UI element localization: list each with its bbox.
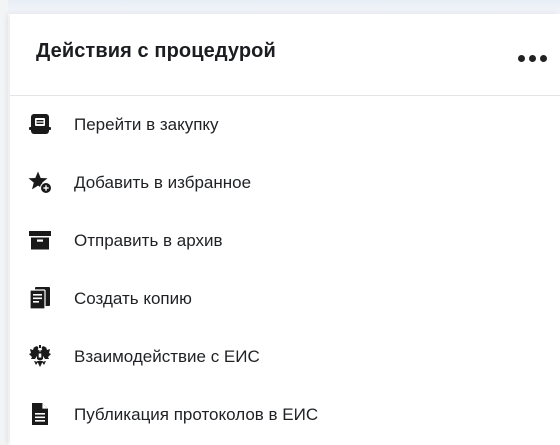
menu-item-go-to-purchase[interactable]: Перейти в закупку bbox=[10, 96, 560, 154]
menu-item-label: Публикация протоколов в ЕИС bbox=[74, 405, 319, 424]
file-text-icon bbox=[28, 402, 52, 426]
menu-item-label: Перейти в закупку bbox=[74, 115, 219, 134]
panel-title: Действия с процедурой bbox=[36, 40, 276, 62]
background-edge bbox=[0, 0, 8, 445]
page: Действия с процедурой Перейти в закупку bbox=[0, 0, 560, 445]
more-dot bbox=[540, 55, 547, 62]
more-horizontal-icon bbox=[518, 55, 525, 62]
menu-item-publish-protocols[interactable]: Публикация протоколов в ЕИС bbox=[10, 386, 560, 444]
menu-item-label: Взаимодействие с ЕИС bbox=[74, 347, 260, 366]
more-dot bbox=[529, 55, 536, 62]
actions-panel: Действия с процедурой Перейти в закупку bbox=[10, 14, 560, 445]
menu-item-eis-interaction[interactable]: Взаимодействие с ЕИС bbox=[10, 328, 560, 386]
copy-document-icon bbox=[28, 286, 52, 310]
coat-of-arms-icon bbox=[28, 344, 52, 368]
archive-icon bbox=[28, 228, 52, 252]
menu-item-label: Добавить в избранное bbox=[74, 173, 252, 192]
panel-header: Действия с процедурой bbox=[10, 14, 560, 96]
more-options-button[interactable] bbox=[514, 44, 552, 68]
menu-item-label: Создать копию bbox=[74, 289, 192, 308]
star-add-icon bbox=[28, 170, 52, 194]
menu-item-add-to-favorites[interactable]: Добавить в избранное bbox=[10, 154, 560, 212]
menu-item-label: Отправить в архив bbox=[74, 231, 223, 250]
background-strip bbox=[0, 0, 560, 14]
document-card-icon bbox=[28, 112, 52, 136]
menu-item-create-copy[interactable]: Создать копию bbox=[10, 270, 560, 328]
menu-item-send-to-archive[interactable]: Отправить в архив bbox=[10, 212, 560, 270]
